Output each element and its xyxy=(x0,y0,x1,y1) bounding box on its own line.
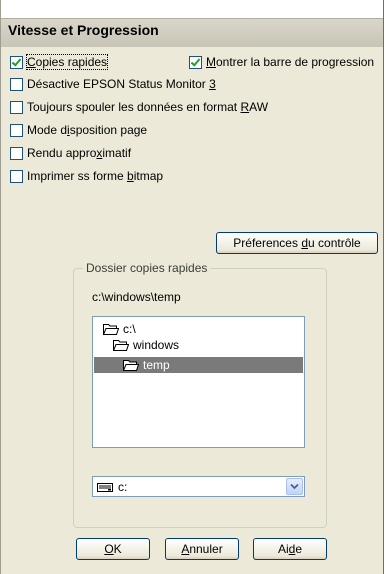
annuler-button[interactable]: Annuler xyxy=(165,538,239,560)
imprimer-bitmap-checkbox[interactable] xyxy=(10,169,23,183)
checkbox-imprimer-bitmap[interactable]: Imprimer ss forme bitmap xyxy=(10,168,163,184)
tree-item-temp[interactable]: temp xyxy=(94,357,303,373)
ok-button[interactable]: OK xyxy=(76,538,150,560)
folder-tree[interactable]: c:\ windows temp xyxy=(92,316,305,448)
vitesse-progression-dialog: Vitesse et Progression Copies rapides Mo… xyxy=(0,0,384,574)
tree-item-c-root[interactable]: c:\ xyxy=(103,321,136,337)
status-monitor-label: Désactive EPSON Status Monitor 3 xyxy=(27,77,216,91)
drive-select[interactable]: c: xyxy=(92,476,305,497)
checkbox-copies-rapides[interactable]: Copies rapides xyxy=(10,54,109,70)
aide-button[interactable]: Aide xyxy=(253,538,327,560)
rendu-approximatif-checkbox[interactable] xyxy=(10,146,23,160)
copies-rapides-label: Copies rapides xyxy=(25,54,109,70)
checkbox-montrer-barre[interactable]: Montrer la barre de progression xyxy=(189,54,374,70)
checkbox-spouler-raw[interactable]: Toujours spouler les données en format R… xyxy=(10,99,268,115)
mode-disposition-checkbox[interactable] xyxy=(10,123,23,137)
montrer-barre-label: Montrer la barre de progression xyxy=(206,55,375,69)
copies-rapides-checkbox[interactable] xyxy=(10,55,23,69)
rendu-approximatif-label: Rendu approximatif xyxy=(27,146,132,160)
dialog-title: Vitesse et Progression xyxy=(8,22,159,38)
imprimer-bitmap-label: Imprimer ss forme bitmap xyxy=(27,169,164,183)
spouler-raw-label: Toujours spouler les données en format R… xyxy=(27,100,269,114)
drive-dropdown-button[interactable] xyxy=(286,478,303,495)
open-folder-icon xyxy=(113,340,129,351)
spool-folder-group-title: Dossier copies rapides xyxy=(83,261,211,275)
preferences-controle-button[interactable]: Préferences du contrôle xyxy=(216,232,378,254)
montrer-barre-checkbox[interactable] xyxy=(189,55,202,69)
checkbox-rendu-approximatif[interactable]: Rendu approximatif xyxy=(10,145,131,161)
hard-drive-icon xyxy=(97,482,113,492)
status-monitor-checkbox[interactable] xyxy=(10,77,23,91)
open-folder-icon xyxy=(123,360,139,371)
mode-disposition-label: Mode disposition page xyxy=(27,123,148,137)
tree-item-windows[interactable]: windows xyxy=(113,337,179,353)
spouler-raw-checkbox[interactable] xyxy=(10,100,23,114)
checkbox-mode-disposition[interactable]: Mode disposition page xyxy=(10,122,147,138)
checkbox-desactive-status-monitor[interactable]: Désactive EPSON Status Monitor 3 xyxy=(10,76,216,92)
open-folder-icon xyxy=(103,324,119,335)
drive-selected-value: c: xyxy=(97,480,127,494)
chevron-down-icon xyxy=(290,483,299,490)
current-folder-path: c:\windows\temp xyxy=(92,290,181,304)
